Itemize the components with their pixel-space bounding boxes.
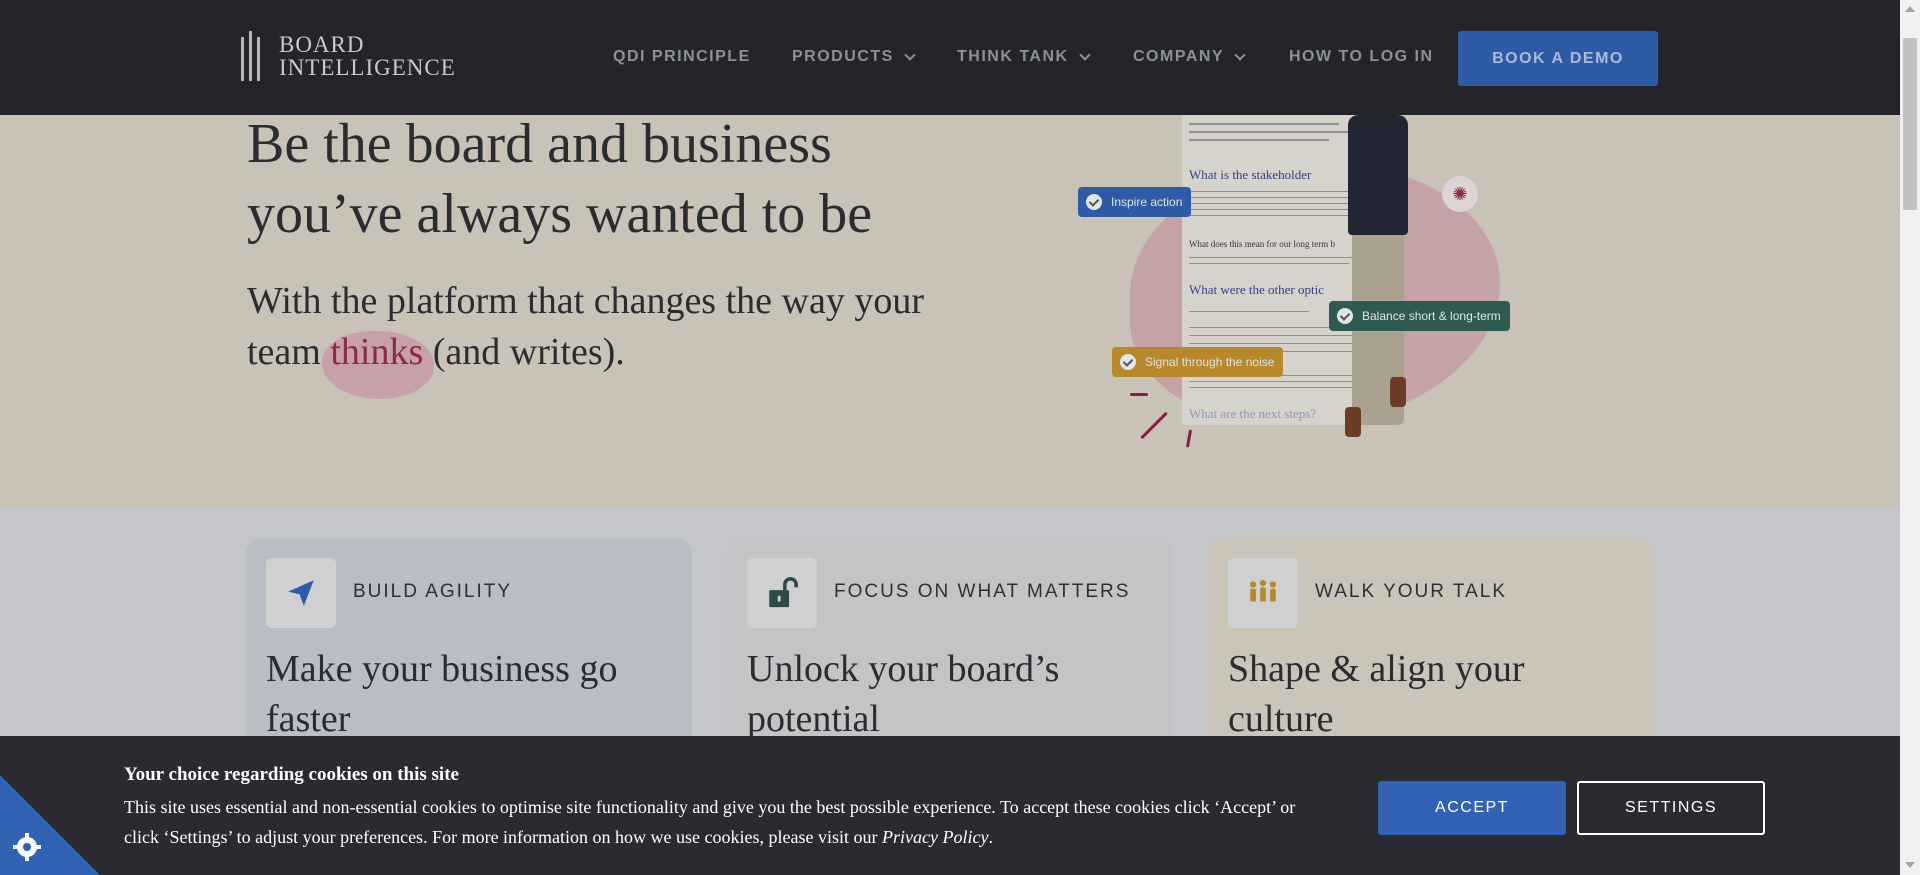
- chevron-down-icon: [1078, 48, 1091, 61]
- nav-company[interactable]: COMPANY: [1133, 48, 1246, 66]
- accent-mark: [1130, 393, 1148, 396]
- accept-cookies-button[interactable]: ACCEPT: [1378, 781, 1566, 835]
- chevron-down-icon: [1234, 48, 1246, 61]
- cookie-banner-title: Your choice regarding cookies on this si…: [124, 764, 459, 785]
- pill-signal-through-the-noise: Signal through the noise: [1112, 347, 1284, 377]
- hero-title: Be the board and business you’ve always …: [247, 115, 873, 245]
- doc-heading: What were the other optic: [1189, 282, 1324, 297]
- team-icon: [1228, 558, 1298, 628]
- nav-label: COMPANY: [1133, 48, 1225, 65]
- check-icon: [1086, 194, 1102, 210]
- accent-mark: [1185, 429, 1193, 448]
- hero-illustration: What is the stakeholder What does this m…: [1060, 115, 1520, 508]
- cookie-banner-text: This site uses essential and non-essenti…: [124, 797, 1296, 847]
- pill-inspire-action: Inspire action: [1078, 187, 1192, 217]
- nav-label: QDI PRINCIPLE: [613, 48, 751, 65]
- highlighted-word: thinks: [330, 331, 424, 373]
- woman-figure: [1330, 115, 1425, 445]
- book-a-demo-button[interactable]: BOOK A DEMO: [1458, 31, 1658, 86]
- nav-think-tank[interactable]: THINK TANK: [957, 48, 1091, 66]
- hero-subtitle: With the platform that changes the way y…: [247, 276, 947, 378]
- subtitle-text-end: (and writes).: [423, 331, 625, 373]
- nav-label: THINK TANK: [957, 48, 1069, 65]
- doc-heading: What are the next steps?: [1189, 406, 1317, 421]
- logo-line-2: INTELLIGENCE: [279, 55, 456, 80]
- paper-plane-icon: [266, 558, 336, 628]
- board-intelligence-logo[interactable]: BOARD INTELLIGENCE: [241, 28, 456, 84]
- card-label: BUILD AGILITY: [353, 581, 513, 602]
- nav-label: HOW TO LOG IN: [1289, 48, 1434, 65]
- card-title: Unlock your board’s potential: [747, 648, 1060, 740]
- logo-line-1: BOARD: [279, 32, 365, 57]
- check-icon: [1337, 308, 1353, 324]
- accent-mark: [1140, 411, 1168, 440]
- cookie-settings-button[interactable]: SETTINGS: [1577, 781, 1765, 835]
- scroll-down-arrow-icon[interactable]: [1905, 862, 1915, 868]
- card-label: FOCUS ON WHAT MATTERS: [834, 581, 1131, 602]
- card-label: WALK YOUR TALK: [1315, 581, 1508, 602]
- logo-mark-icon: [241, 29, 267, 83]
- page-scrollbar[interactable]: [1900, 0, 1920, 875]
- card-title: Make your business go faster: [266, 648, 618, 740]
- hero-section: Be the board and business you’ve always …: [0, 115, 1900, 508]
- scrollbar-thumb[interactable]: [1903, 38, 1917, 210]
- nav-how-to-log-in[interactable]: HOW TO LOG IN: [1289, 48, 1434, 66]
- nav-products[interactable]: PRODUCTS: [792, 48, 916, 66]
- cookie-banner: Your choice regarding cookies on this si…: [0, 736, 1900, 875]
- doc-heading: What does this mean for our long term b: [1189, 239, 1335, 249]
- card-title: Shape & align your culture: [1228, 648, 1525, 740]
- cookie-settings-icon[interactable]: [0, 775, 100, 875]
- unlock-icon: [747, 558, 817, 628]
- scroll-up-arrow-icon[interactable]: [1905, 6, 1915, 12]
- nav-qdi-principle[interactable]: QDI PRINCIPLE: [613, 48, 751, 66]
- nav-label: PRODUCTS: [792, 48, 894, 65]
- pill-balance-short-long-term: Balance short & long-term: [1329, 301, 1510, 331]
- chevron-down-icon: [904, 48, 916, 61]
- doc-heading: What is the stakeholder: [1189, 167, 1312, 182]
- check-icon: [1120, 354, 1136, 370]
- lightbulb-icon: ✺: [1442, 176, 1478, 212]
- site-header: BOARD INTELLIGENCE QDI PRINCIPLE PRODUCT…: [0, 0, 1900, 115]
- privacy-policy-link[interactable]: Privacy Policy: [882, 827, 988, 847]
